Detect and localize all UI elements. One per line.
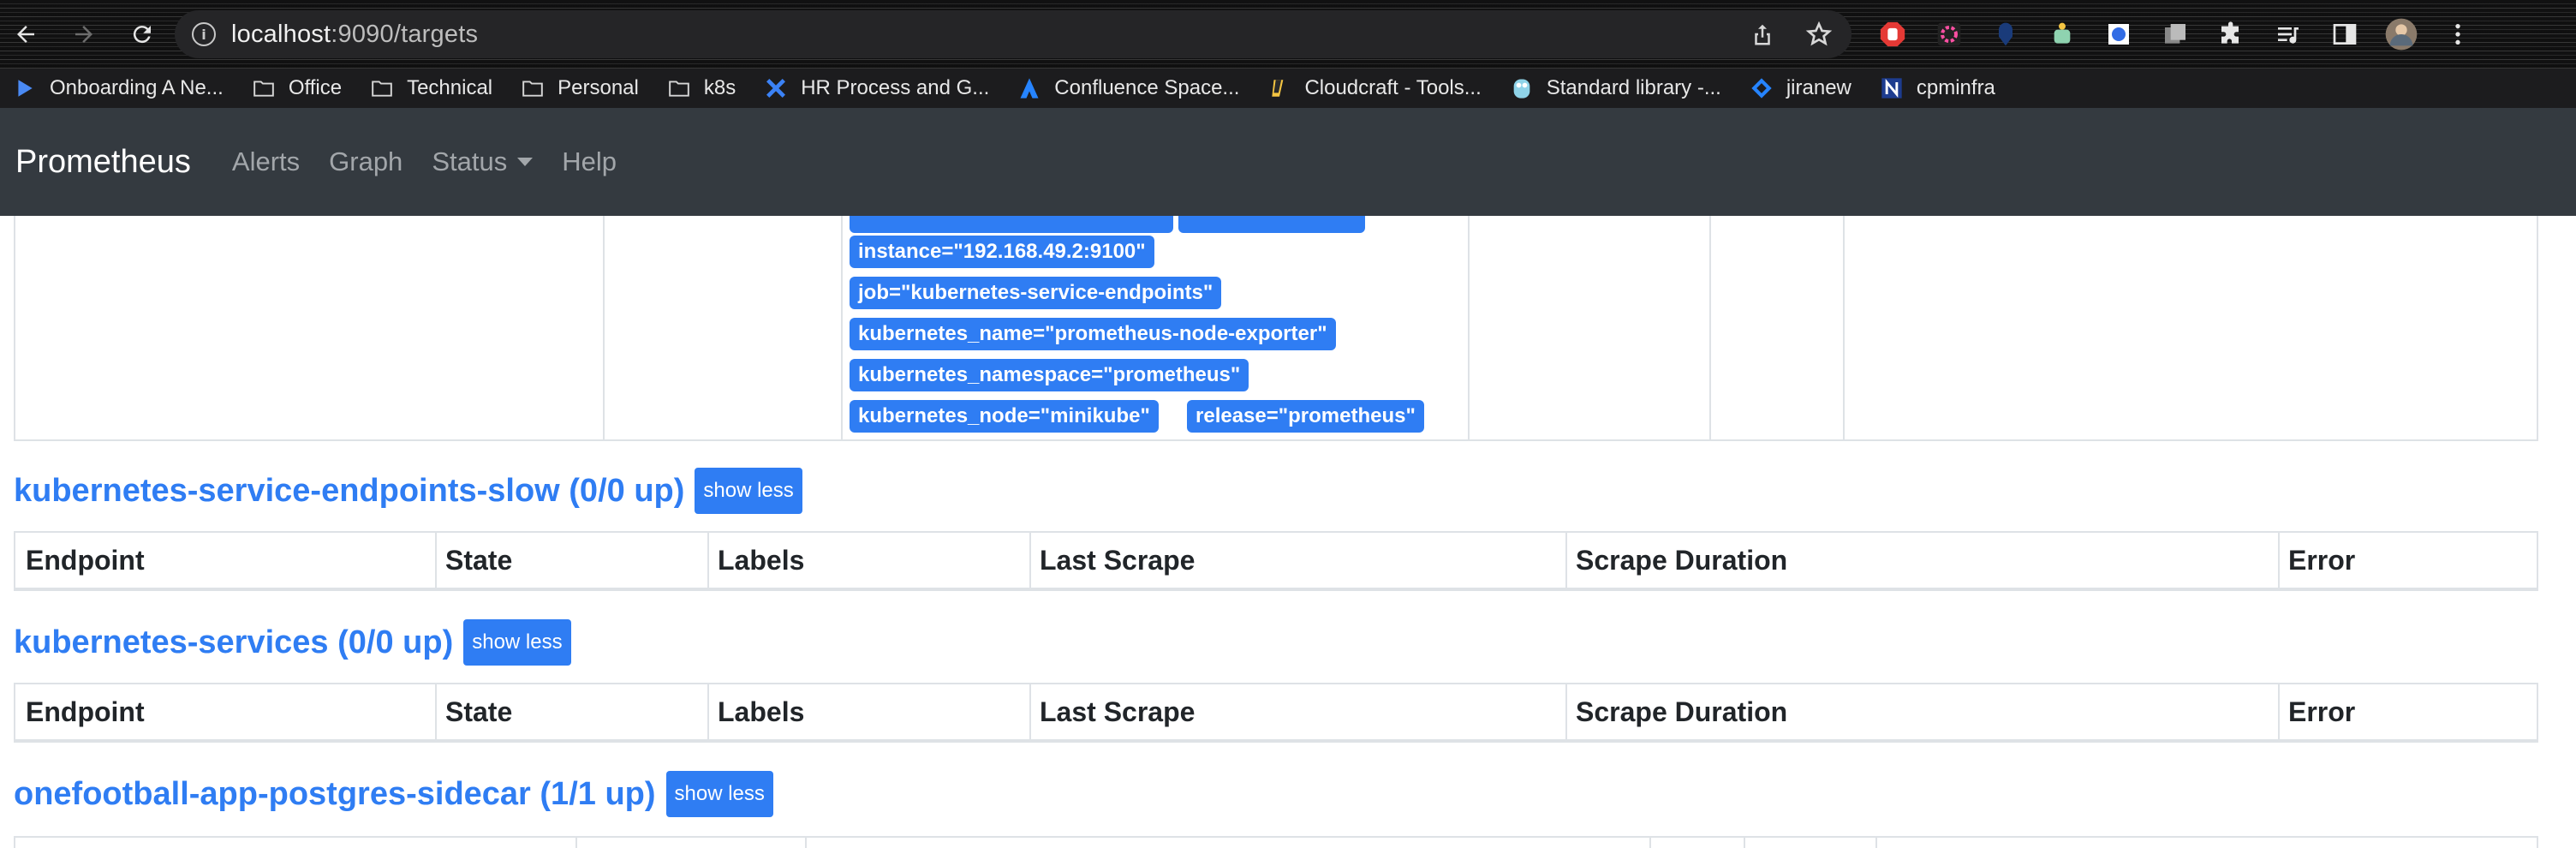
targets-table-header: Endpoint State Labels Last Scrape Scrape…: [14, 683, 2538, 743]
bookmark-label: Cloudcraft - Tools...: [1304, 76, 1482, 99]
col-endpoint: Endpoint: [26, 544, 145, 576]
cloudcraft-icon: [1267, 77, 1292, 99]
bookmark-item[interactable]: Confluence Space...: [1017, 76, 1239, 100]
nav-status-dropdown[interactable]: Status: [432, 146, 534, 177]
bookmark-item[interactable]: jiranew: [1749, 76, 1852, 100]
atlassian-icon: [1017, 77, 1042, 99]
label-badge: instance="192.168.49.2:9100": [850, 236, 1154, 268]
bookmark-item[interactable]: Technical: [369, 76, 492, 100]
folder-icon: [520, 77, 546, 99]
targets-table-partial: [14, 836, 2538, 848]
brand-logo-text[interactable]: Prometheus: [15, 144, 191, 181]
extensions-puzzle-icon[interactable]: [2215, 17, 2249, 51]
nav-alerts[interactable]: Alerts: [232, 146, 300, 177]
col-error: Error: [2288, 544, 2356, 576]
job-title-link[interactable]: onefootball-app-postgres-sidecar (1/1 up…: [14, 776, 656, 813]
targets-table-partial: instance="192.168.49.2:9100" job="kubern…: [14, 216, 2538, 441]
col-last-scrape: Last Scrape: [1040, 544, 1196, 576]
label-badge: kubernetes_namespace="prometheus": [850, 359, 1249, 391]
show-less-button[interactable]: show less: [695, 468, 802, 514]
address-bar[interactable]: i localhost:9090/targets: [175, 10, 1852, 58]
bookmark-label: cpminfra: [1916, 76, 1995, 99]
privacy-extension-icon[interactable]: [1989, 17, 2023, 51]
show-less-button[interactable]: show less: [463, 619, 571, 666]
bookmark-item[interactable]: Cloudcraft - Tools...: [1267, 76, 1482, 100]
col-state: State: [445, 696, 513, 727]
tab-extension-icon[interactable]: [2158, 17, 2192, 51]
bookmark-label: HR Process and G...: [801, 76, 990, 99]
bookmark-label: Technical: [407, 76, 493, 99]
url-text: localhost:9090/targets: [231, 20, 479, 48]
bookmark-item[interactable]: Onboarding A Ne...: [12, 76, 224, 100]
col-endpoint: Endpoint: [26, 696, 145, 727]
label-badge: kubernetes_name="prometheus-node-exporte…: [850, 318, 1336, 350]
reload-icon[interactable]: [123, 15, 161, 53]
bookmark-item[interactable]: k8s: [666, 76, 736, 100]
folder-icon: [666, 77, 692, 99]
col-last-scrape: Last Scrape: [1040, 696, 1196, 727]
color-picker-extension-icon[interactable]: [1932, 17, 1966, 51]
bookmark-label: Office: [288, 76, 343, 99]
media-controls-icon[interactable]: [2271, 17, 2305, 51]
bookmark-item[interactable]: cpminfra: [1879, 76, 1995, 100]
jira-icon: [1749, 77, 1774, 99]
bookmark-label: k8s: [703, 76, 736, 99]
job-title-link[interactable]: kubernetes-service-endpoints-slow (0/0 u…: [14, 473, 684, 510]
back-icon[interactable]: [7, 15, 45, 53]
side-panel-icon[interactable]: [2328, 17, 2362, 51]
bookmark-item[interactable]: HR Process and G...: [763, 76, 989, 100]
job-section-header: kubernetes-services (0/0 up) show less: [14, 619, 571, 666]
col-scrape-duration: Scrape Duration: [1576, 696, 1788, 727]
go-gopher-icon: [1509, 77, 1535, 99]
robot-extension-icon[interactable]: [2045, 17, 2079, 51]
bookmark-label: Onboarding A Ne...: [50, 76, 224, 99]
site-info-icon[interactable]: i: [192, 22, 216, 46]
label-badge-clipped: [850, 216, 1173, 233]
bookmarks-bar: Onboarding A Ne... Office Technical Persona…: [0, 69, 2576, 108]
bookmark-label: Standard library -...: [1546, 76, 1721, 99]
nav-status-label: Status: [432, 146, 508, 176]
bookmark-item[interactable]: Personal: [520, 76, 639, 100]
chevron-down-icon: [517, 158, 534, 166]
bookmark-label: Confluence Space...: [1054, 76, 1240, 99]
col-state: State: [445, 544, 513, 576]
col-labels: Labels: [718, 544, 805, 576]
targets-content[interactable]: instance="192.168.49.2:9100" job="kubern…: [0, 216, 2576, 848]
bookmark-star-icon[interactable]: [1804, 19, 1834, 50]
adblock-extension-icon[interactable]: [1875, 17, 1910, 51]
confluence-x-icon: [763, 77, 789, 99]
bookmark-item[interactable]: Standard library -...: [1509, 76, 1721, 100]
folder-icon: [369, 77, 395, 99]
browser-toolbar: i localhost:9090/targets: [0, 0, 2576, 69]
col-labels: Labels: [718, 696, 805, 727]
job-section-header: onefootball-app-postgres-sidecar (1/1 up…: [14, 771, 773, 817]
menu-kebab-icon[interactable]: [2441, 17, 2475, 51]
nav-help[interactable]: Help: [562, 146, 617, 177]
label-badge: kubernetes_node="minikube": [850, 400, 1159, 433]
col-scrape-duration: Scrape Duration: [1576, 544, 1788, 576]
n-logo-icon: [1879, 77, 1905, 99]
bookmark-label: Personal: [558, 76, 639, 99]
label-badge-clipped: [1178, 216, 1365, 233]
show-less-button[interactable]: show less: [665, 771, 773, 817]
nav-graph[interactable]: Graph: [329, 146, 402, 177]
col-error: Error: [2288, 696, 2356, 727]
label-badge: release="prometheus": [1187, 400, 1424, 433]
kubernetes-extension-icon[interactable]: [2102, 17, 2136, 51]
share-icon[interactable]: [1747, 19, 1778, 50]
job-title-link[interactable]: kubernetes-services (0/0 up): [14, 624, 453, 661]
job-section-header: kubernetes-service-endpoints-slow (0/0 u…: [14, 468, 802, 514]
forward-icon[interactable]: [65, 15, 103, 53]
profile-avatar[interactable]: [2384, 17, 2418, 51]
prometheus-navbar: Prometheus Alerts Graph Status Help: [0, 108, 2576, 216]
folder-icon: [251, 77, 277, 99]
bookmark-label: jiranew: [1786, 76, 1852, 99]
bookmark-item[interactable]: Office: [251, 76, 342, 100]
targets-table-header: Endpoint State Labels Last Scrape Scrape…: [14, 531, 2538, 591]
play-icon: [12, 77, 38, 99]
label-badge: job="kubernetes-service-endpoints": [850, 277, 1222, 309]
